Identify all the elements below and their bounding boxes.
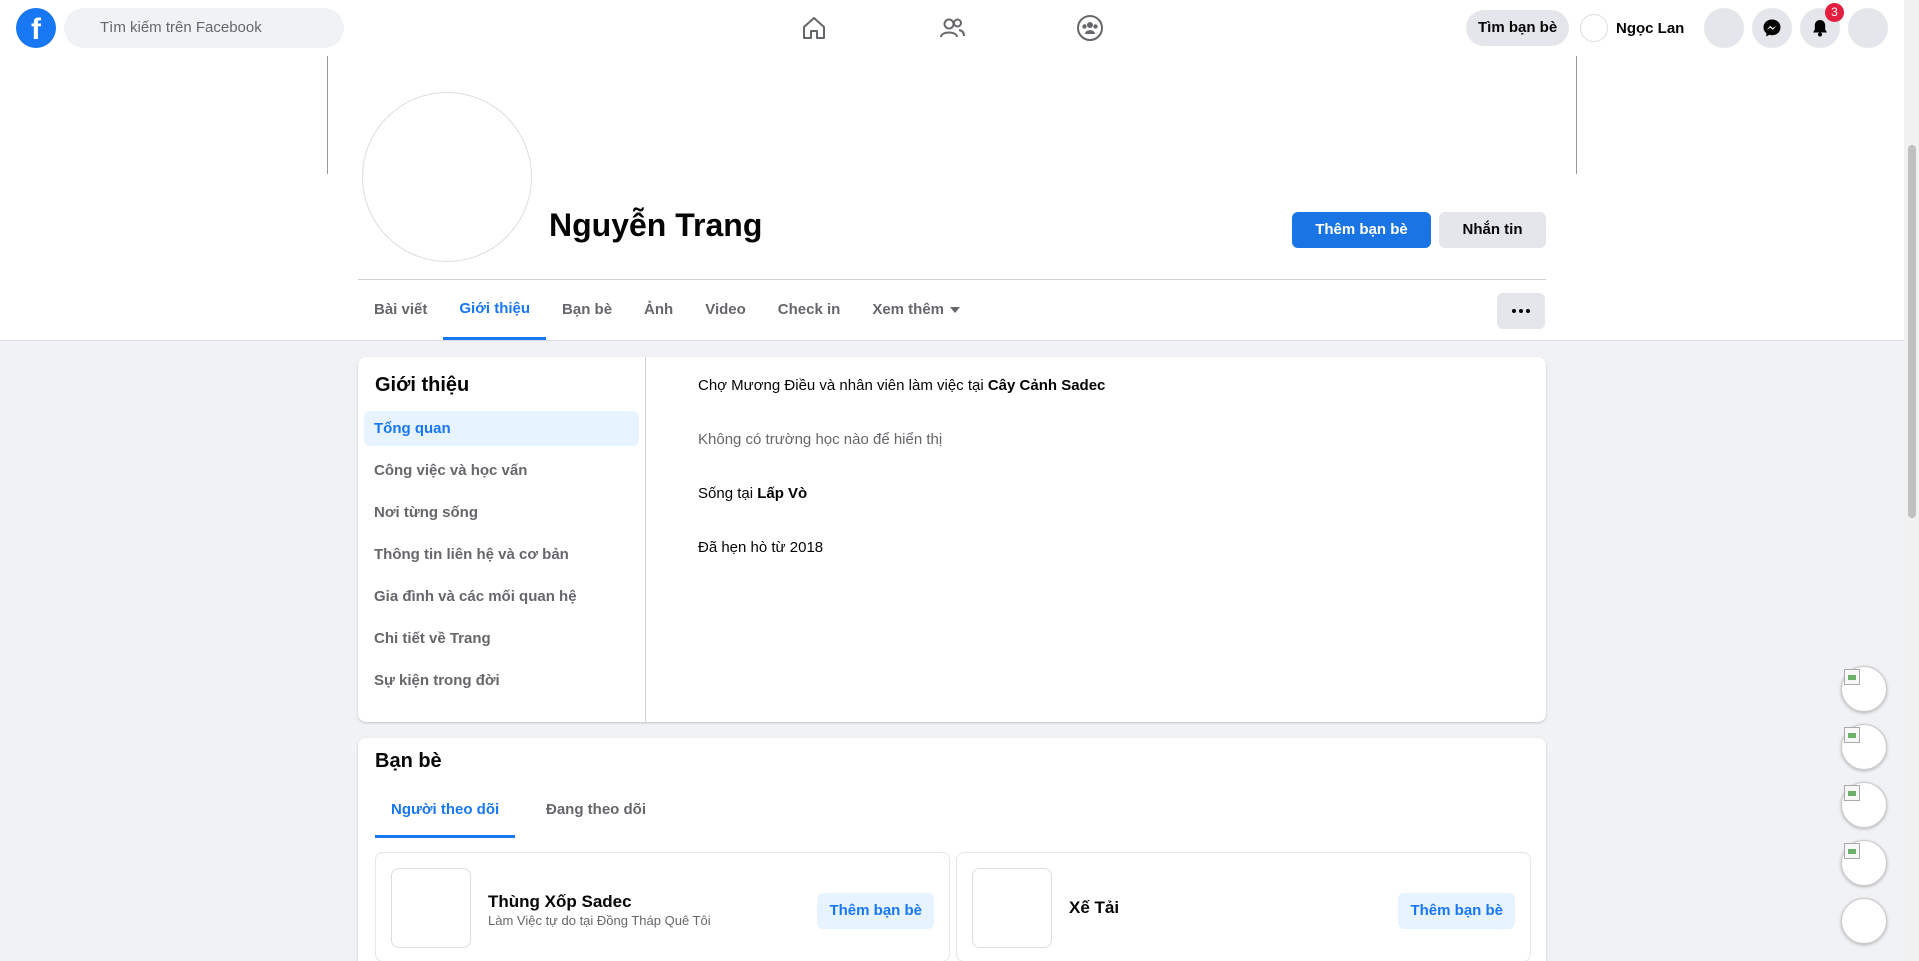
residence-place-link[interactable]: Lấp Vò: [757, 485, 807, 502]
avatar: [1580, 14, 1608, 42]
top-navigation-bar: f Tìm bạn bè Ngọc Lan 3: [0, 0, 1904, 56]
about-card: Giới thiệu Tổng quan Công việc và học vấ…: [358, 357, 1546, 722]
tab-videos[interactable]: Video: [689, 280, 762, 340]
residence-prefix: Sống tại: [698, 485, 758, 502]
notification-badge: 3: [1825, 3, 1844, 22]
menu-icon[interactable]: [1704, 8, 1744, 48]
tab-about[interactable]: Giới thiệu: [443, 280, 547, 340]
more-options-button[interactable]: [1497, 293, 1545, 329]
friend-avatar[interactable]: [972, 868, 1052, 948]
add-friend-button[interactable]: Thêm bạn bè: [817, 893, 934, 929]
tab-posts[interactable]: Bài viết: [358, 280, 443, 340]
broken-image-icon: [1844, 785, 1860, 801]
tab-following[interactable]: Đang theo dõi: [530, 782, 662, 838]
new-message-button[interactable]: [1841, 898, 1887, 944]
tab-more[interactable]: Xem thêm: [856, 280, 976, 340]
friends-title: Bạn bè: [375, 750, 442, 772]
broken-image-icon: [1844, 669, 1860, 685]
friends-card: Bạn bè Người theo dõi Đang theo dõi Thùn…: [358, 738, 1546, 961]
tab-photos[interactable]: Ảnh: [628, 280, 689, 340]
education-info: Không có trường học nào để hiển thị: [698, 431, 943, 448]
profile-name: Nguyễn Trang: [549, 207, 763, 243]
divider: [645, 357, 646, 722]
residence-info: Sống tại Lấp Vò: [698, 485, 807, 502]
broken-image-icon: [1844, 727, 1860, 743]
about-nav-work-education[interactable]: Công việc và học vấn: [364, 453, 639, 488]
relationship-info: Đã hẹn hò từ 2018: [698, 539, 824, 556]
about-title: Giới thiệu: [375, 374, 470, 396]
profile-header: Nguyễn Trang Thêm bạn bè Nhắn tin Bài vi…: [0, 56, 1904, 341]
tab-check-ins[interactable]: Check in: [762, 280, 857, 340]
find-friends-button[interactable]: Tìm bạn bè: [1466, 10, 1570, 46]
tab-followers[interactable]: Người theo dõi: [375, 782, 516, 838]
about-nav-details[interactable]: Chi tiết về Trang: [364, 621, 639, 656]
home-icon[interactable]: [796, 10, 832, 46]
profile-picture[interactable]: [362, 92, 532, 262]
groups-icon[interactable]: [1072, 10, 1108, 46]
user-name: Ngọc Lan: [1616, 19, 1685, 37]
profile-shortcut[interactable]: Ngọc Lan: [1580, 10, 1684, 46]
friends-icon[interactable]: [934, 10, 970, 46]
add-friend-button[interactable]: Thêm bạn bè: [1398, 893, 1515, 929]
about-nav-contact-info[interactable]: Thông tin liên hệ và cơ bản: [364, 537, 639, 572]
about-nav-overview[interactable]: Tổng quan: [364, 411, 639, 446]
work-info: Chợ Mương Điều và nhân viên làm việc tại…: [698, 377, 1105, 394]
facebook-logo-icon[interactable]: f: [16, 8, 56, 48]
tab-more-label: Xem thêm: [872, 301, 945, 318]
account-avatar[interactable]: [1848, 8, 1888, 48]
work-prefix: Chợ Mương Điều và nhân viên làm việc tại: [698, 377, 988, 394]
work-place-link[interactable]: Cây Cảnh Sadec: [988, 377, 1106, 394]
friend-name[interactable]: Xế Tải: [1069, 898, 1119, 918]
cover-photo-edge: [327, 56, 328, 174]
broken-image-icon: [1844, 843, 1860, 859]
chat-head[interactable]: [1841, 840, 1887, 886]
caret-down-icon: [950, 307, 961, 313]
chat-head[interactable]: [1841, 666, 1887, 712]
messenger-icon[interactable]: [1752, 8, 1792, 48]
add-friend-button[interactable]: Thêm bạn bè: [1292, 212, 1431, 248]
message-button[interactable]: Nhắn tin: [1439, 212, 1546, 248]
about-nav: Tổng quan Công việc và học vấn Nơi từng …: [364, 411, 639, 705]
cover-photo-edge: [1576, 56, 1577, 174]
scrollbar-thumb[interactable]: [1908, 145, 1916, 518]
chat-head[interactable]: [1841, 724, 1887, 770]
profile-tabs: Bài viết Giới thiệu Bạn bè Ảnh Video Che…: [358, 280, 976, 340]
friend-name[interactable]: Thùng Xốp Sadec: [488, 892, 632, 912]
list-item: Thùng Xốp Sadec Làm Việc tự do tại Đồng …: [375, 852, 950, 961]
bell-icon[interactable]: 3: [1800, 3, 1844, 48]
list-item: Xế Tải Thêm bạn bè: [956, 852, 1531, 961]
tab-friends[interactable]: Bạn bè: [546, 280, 628, 340]
search-input[interactable]: [64, 8, 344, 48]
about-nav-life-events[interactable]: Sự kiện trong đời: [364, 663, 639, 698]
about-nav-family[interactable]: Gia đình và các mối quan hệ: [364, 579, 639, 614]
chat-head[interactable]: [1841, 782, 1887, 828]
scrollbar[interactable]: [1904, 0, 1919, 961]
friend-avatar[interactable]: [391, 868, 471, 948]
friend-subtitle: Làm Việc tự do tại Đồng Tháp Quê Tôi: [488, 913, 711, 928]
about-nav-places-lived[interactable]: Nơi từng sống: [364, 495, 639, 530]
